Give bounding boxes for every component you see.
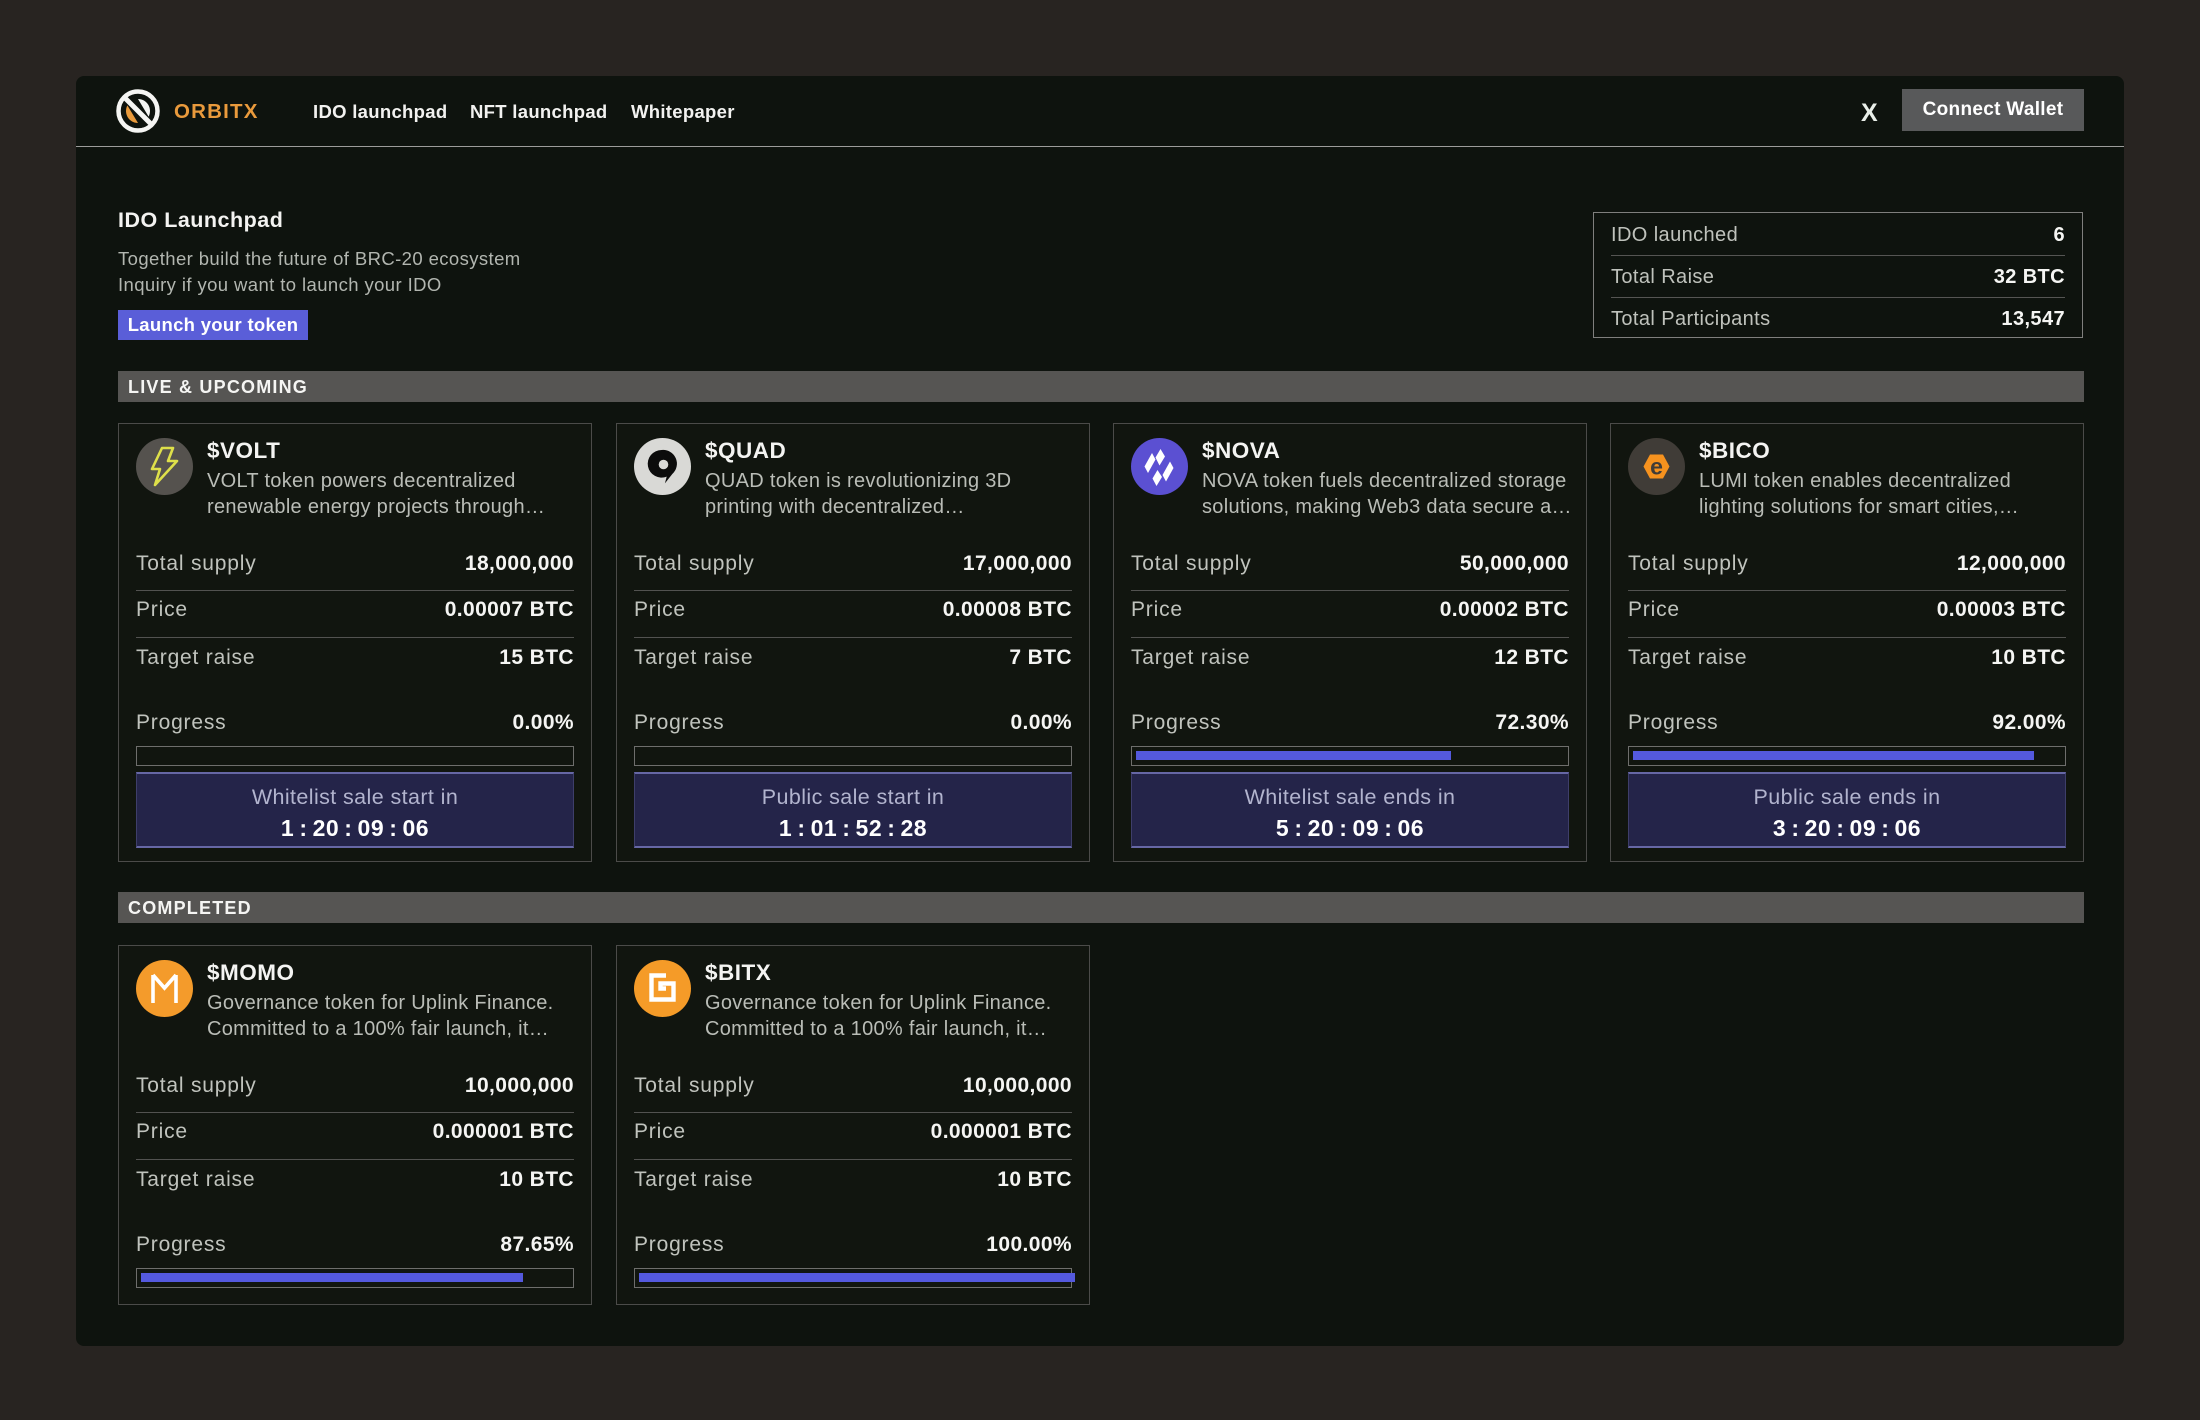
svg-text:e: e [1650,454,1663,480]
